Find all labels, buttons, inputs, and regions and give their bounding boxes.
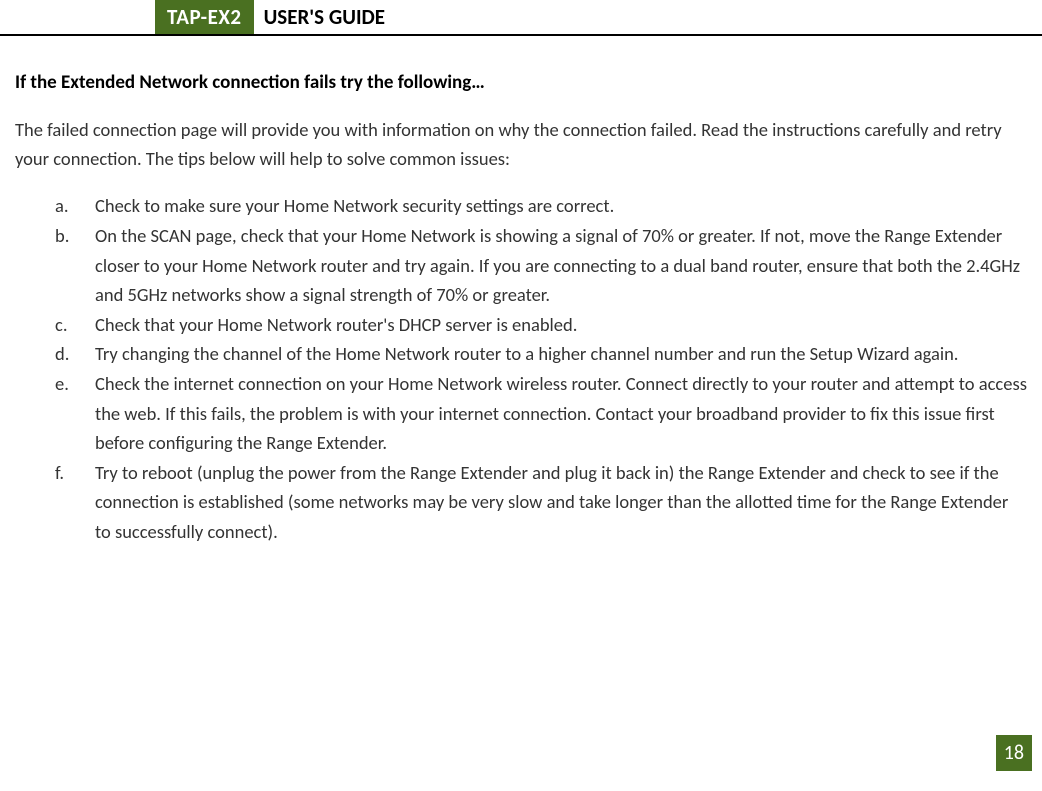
product-badge: TAP-EX2 <box>155 0 254 34</box>
list-marker: f. <box>55 458 64 488</box>
page-content: If the Extended Network connection fails… <box>0 36 1042 546</box>
document-header: TAP-EX2 USER'S GUIDE <box>0 0 1042 36</box>
list-item-text: Try to reboot (unplug the power from the… <box>95 461 1008 543</box>
list-marker: b. <box>55 221 69 251</box>
section-heading: If the Extended Network connection fails… <box>15 71 1027 94</box>
list-item: b. On the SCAN page, check that your Hom… <box>55 221 1027 310</box>
guide-title: USER'S GUIDE <box>254 0 385 34</box>
list-item-text: Check to make sure your Home Network sec… <box>95 194 614 217</box>
list-item: c. Check that your Home Network router's… <box>55 310 1027 340</box>
intro-paragraph: The failed connection page will provide … <box>15 116 1027 173</box>
list-marker: c. <box>55 310 68 340</box>
list-item-text: Check that your Home Network router's DH… <box>95 313 577 336</box>
list-item-text: On the SCAN page, check that your Home N… <box>95 224 1020 306</box>
list-item: a. Check to make sure your Home Network … <box>55 191 1027 221</box>
list-item: d. Try changing the channel of the Home … <box>55 339 1027 369</box>
page-number: 18 <box>996 735 1032 771</box>
list-item-text: Check the internet connection on your Ho… <box>95 372 1027 454</box>
list-marker: a. <box>55 191 69 221</box>
list-marker: e. <box>55 369 69 399</box>
header-right-spacer <box>385 0 1042 34</box>
list-marker: d. <box>55 339 69 369</box>
list-item: e. Check the internet connection on your… <box>55 369 1027 458</box>
list-item-text: Try changing the channel of the Home Net… <box>95 342 958 365</box>
tips-list: a. Check to make sure your Home Network … <box>15 191 1027 546</box>
list-item: f. Try to reboot (unplug the power from … <box>55 458 1027 547</box>
header-spacer <box>0 0 155 34</box>
